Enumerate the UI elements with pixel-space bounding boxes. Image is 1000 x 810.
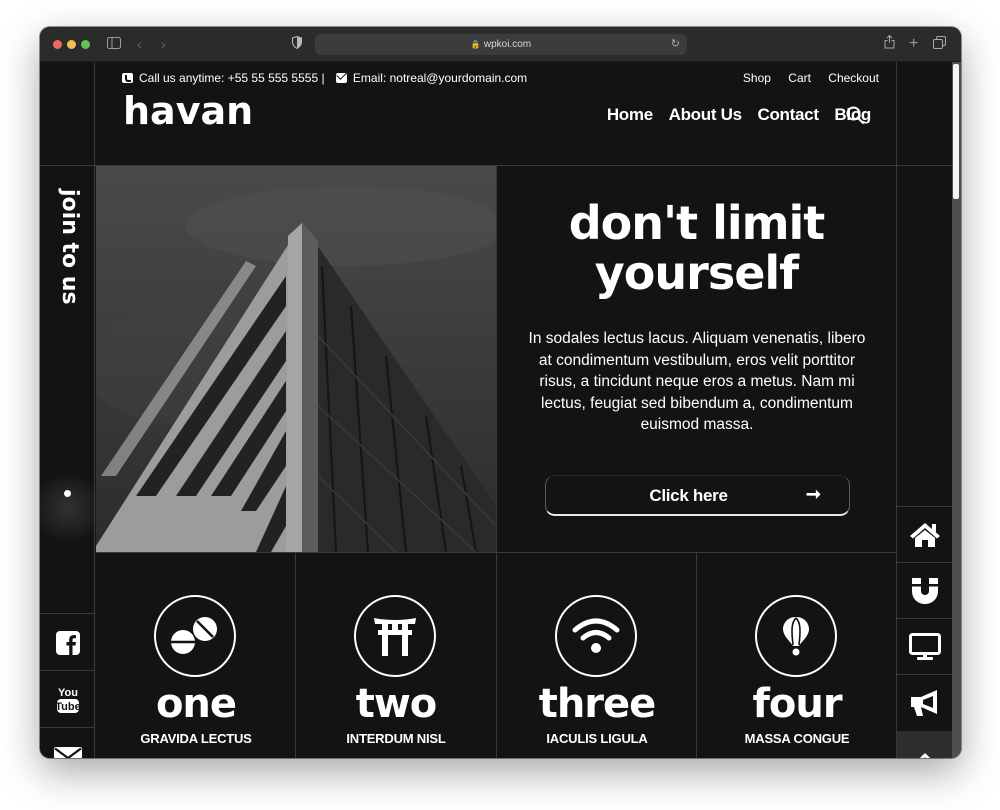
monitor-button[interactable] xyxy=(897,619,952,675)
email-text[interactable]: Email: notreal@yourdomain.com xyxy=(353,71,527,85)
feature-subtitle: GRAVIDA LECTUS xyxy=(140,731,252,746)
checkout-link[interactable]: Checkout xyxy=(828,71,879,85)
feature-number: two xyxy=(355,681,438,727)
facebook-button[interactable] xyxy=(40,615,95,671)
webpage: Call us anytime: +55 55 555 5555 | Email… xyxy=(40,62,961,758)
new-tab-icon[interactable]: + xyxy=(909,35,918,53)
home-button[interactable] xyxy=(897,507,952,563)
scrollbar-thumb[interactable] xyxy=(953,64,959,199)
main-nav: Home About Us Contact Blog xyxy=(596,104,871,126)
cursor-dot xyxy=(64,490,71,497)
address-bar[interactable]: 🔒 wpkoi.com ↻ xyxy=(315,34,687,55)
cta-label: Click here xyxy=(649,486,728,505)
megaphone-button[interactable] xyxy=(897,675,952,731)
nav-contact[interactable]: Contact xyxy=(758,105,819,124)
browser-titlebar: ‹ › 🔒 wpkoi.com ↻ + xyxy=(40,27,961,62)
contact-bar: Call us anytime: +55 55 555 5555 | Email… xyxy=(122,70,527,86)
close-window-button[interactable] xyxy=(53,40,62,49)
youtube-button[interactable]: You Tube xyxy=(40,672,95,728)
url-text: wpkoi.com xyxy=(483,39,532,50)
tab-overview-icon[interactable] xyxy=(933,35,946,53)
home-icon xyxy=(909,523,940,547)
hot-air-balloon-icon xyxy=(783,617,809,656)
hero-title: don't limit yourself xyxy=(497,198,896,298)
back-icon[interactable]: ‹ xyxy=(137,35,142,53)
browser-window: ‹ › 🔒 wpkoi.com ↻ + Call us anytime: +55… xyxy=(40,27,961,758)
facebook-icon xyxy=(55,631,80,655)
lock-icon: 🔒 xyxy=(470,40,481,49)
feature-subtitle: INTERDUM NISL xyxy=(346,731,446,746)
sidebar-divider xyxy=(40,613,95,614)
email-button[interactable] xyxy=(40,729,95,758)
forward-icon[interactable]: › xyxy=(161,35,166,53)
megaphone-icon xyxy=(910,690,937,716)
feature-number: one xyxy=(155,681,237,727)
feature-card[interactable]: one GRAVIDA LECTUS xyxy=(96,553,296,758)
feature-card[interactable]: two INTERDUM NISL xyxy=(296,553,496,758)
minimize-window-button[interactable] xyxy=(67,40,76,49)
feature-subtitle: IACULIS LIGULA xyxy=(546,731,648,746)
search-icon[interactable] xyxy=(846,106,864,124)
shield-icon[interactable] xyxy=(292,35,302,53)
utility-links: Shop Cart Checkout xyxy=(729,70,879,86)
reload-icon[interactable]: ↻ xyxy=(671,34,680,55)
pills-icon xyxy=(171,617,217,654)
envelope-icon xyxy=(335,73,347,83)
hero-title-line: yourself xyxy=(594,246,799,300)
nav-about-us[interactable]: About Us xyxy=(669,105,742,124)
feature-card[interactable]: three IACULIS LIGULA xyxy=(497,553,697,758)
nav-home[interactable]: Home xyxy=(607,105,653,124)
feature-icon-circle xyxy=(755,595,837,677)
wifi-icon xyxy=(572,618,620,653)
envelope-icon xyxy=(53,747,82,758)
hero-paragraph: In sodales lectus lacus. Aliquam venenat… xyxy=(528,330,866,434)
feature-number: three xyxy=(538,681,657,727)
cart-link[interactable]: Cart xyxy=(788,71,811,85)
maximize-window-button[interactable] xyxy=(81,40,90,49)
chevron-up-icon xyxy=(919,753,930,758)
share-icon[interactable] xyxy=(884,34,895,53)
site-logo[interactable]: havan xyxy=(123,89,253,133)
page-scrollbar[interactable] xyxy=(952,62,961,758)
magnet-icon xyxy=(911,578,938,604)
feature-icon-circle xyxy=(555,595,637,677)
phone-text: Call us anytime: +55 55 555 5555 | xyxy=(139,71,325,85)
feature-icon-circle xyxy=(354,595,436,677)
feature-icon-circle xyxy=(154,595,236,677)
feature-card[interactable]: four MASSA CONGUE xyxy=(697,553,897,758)
torii-gate-icon xyxy=(374,618,416,656)
monitor-icon xyxy=(908,633,941,660)
svg-text:You: You xyxy=(58,687,78,699)
svg-text:Tube: Tube xyxy=(56,701,80,713)
hero-title-line: don't limit xyxy=(568,196,826,250)
phone-icon xyxy=(122,73,133,83)
hero-text-panel: don't limit yourself In sodales lectus l… xyxy=(497,166,896,552)
youtube-icon: You Tube xyxy=(56,687,80,713)
shop-link[interactable]: Shop xyxy=(743,71,771,85)
magnet-button[interactable] xyxy=(897,563,952,619)
click-here-button[interactable]: Click here ➞ xyxy=(545,475,850,516)
feature-subtitle: MASSA CONGUE xyxy=(744,731,850,746)
building-photo xyxy=(96,166,496,552)
arrow-right-icon: ➞ xyxy=(805,484,821,504)
sidebar-toggle-icon[interactable] xyxy=(107,35,121,53)
feature-number: four xyxy=(752,681,842,727)
join-to-us-text[interactable]: join to us xyxy=(57,189,82,305)
hero-image xyxy=(96,166,496,552)
scroll-to-top-button-area[interactable] xyxy=(897,731,952,758)
